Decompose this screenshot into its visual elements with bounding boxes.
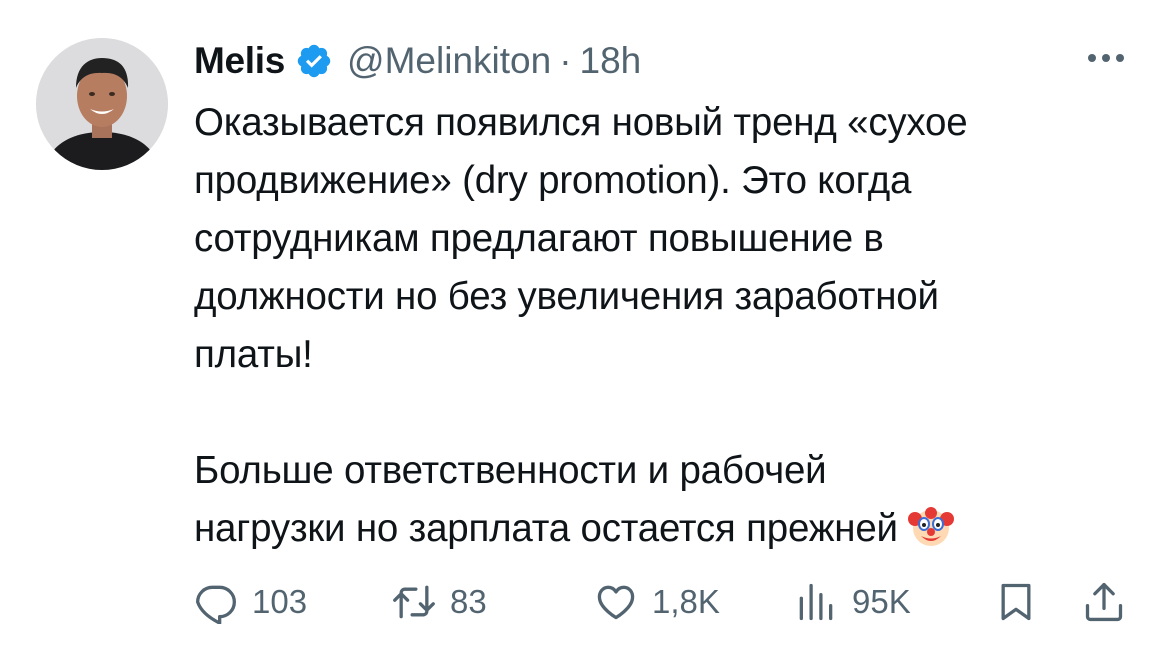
repost-icon (392, 580, 436, 624)
views-count: 95K (852, 583, 911, 620)
tweet-actions: 103 83 1,8K 95K (194, 576, 1140, 628)
like-icon (594, 580, 638, 624)
tweet-text: Оказывается появился новый тренд «сухое … (194, 94, 1154, 558)
repost-count: 83 (450, 583, 487, 620)
tweet-header: Melis @Melinkiton · 18h (194, 36, 641, 86)
tweet-text-line: продвижение» (dry promotion). Это когда (194, 159, 912, 202)
views-icon (794, 580, 838, 624)
bookmark-icon (994, 580, 1038, 624)
views-button[interactable]: 95K (794, 576, 911, 628)
like-count: 1,8K (652, 583, 720, 620)
tweet-text-line: должности но без увеличения заработной (194, 275, 939, 318)
tweet-text-line: Оказывается появился новый тренд «сухое (194, 101, 968, 144)
tweet-text-line: нагрузки но зарплата остается прежней (194, 507, 898, 550)
display-name[interactable]: Melis (194, 40, 285, 82)
verified-badge-icon[interactable] (295, 42, 333, 80)
reply-button[interactable]: 103 (194, 576, 307, 628)
share-button[interactable] (1082, 576, 1126, 628)
clown-emoji-icon (907, 503, 954, 549)
bookmark-button[interactable] (994, 576, 1038, 628)
share-icon (1082, 580, 1126, 624)
reply-icon (194, 580, 238, 624)
avatar-photo (36, 38, 168, 170)
tweet-text-line: Больше ответственности и рабочей (194, 449, 827, 492)
timestamp[interactable]: 18h (580, 40, 642, 82)
header-separator: · (559, 40, 572, 81)
tweet-text-line-last: нагрузки но зарплата остается прежней (194, 500, 1154, 558)
tweet-text-line: сотрудникам предлагают повышение в (194, 217, 884, 260)
reply-count: 103 (252, 583, 308, 620)
tweet-text-line: платы! (194, 333, 313, 376)
avatar[interactable] (36, 38, 168, 170)
more-icon[interactable] (1082, 48, 1130, 68)
like-button[interactable]: 1,8K (594, 576, 720, 628)
tweet[interactable]: Melis @Melinkiton · 18h Оказывается появ… (0, 0, 1170, 647)
author-handle[interactable]: @Melinkiton (347, 40, 551, 82)
repost-button[interactable]: 83 (392, 576, 487, 628)
